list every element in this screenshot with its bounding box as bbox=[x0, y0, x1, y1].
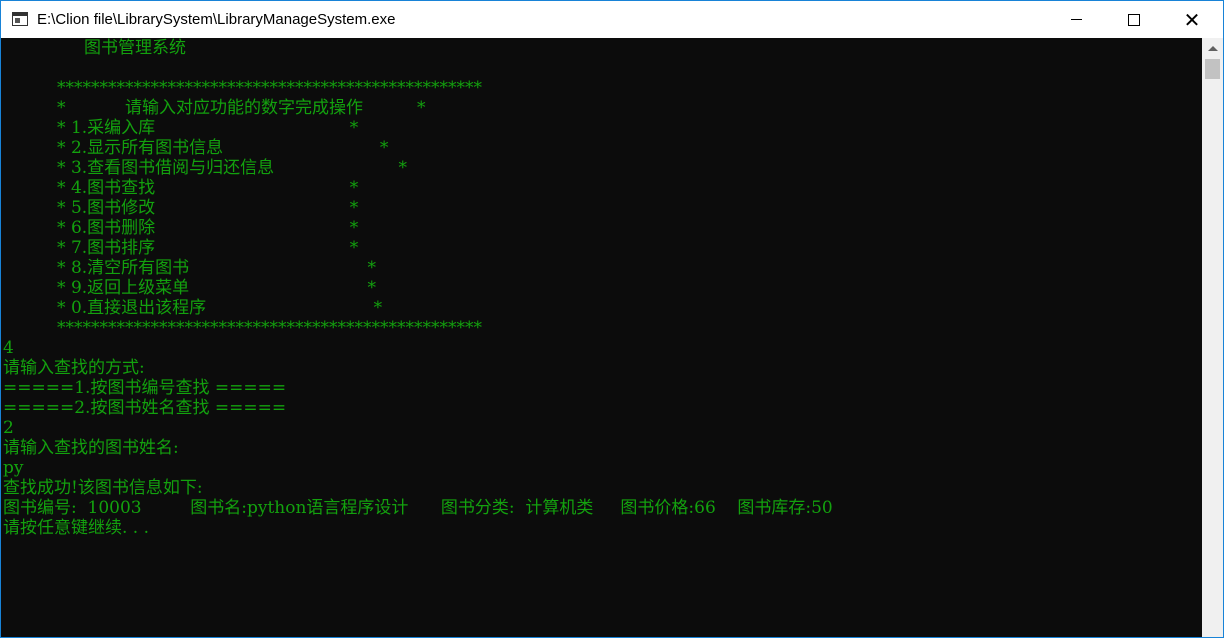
maximize-button[interactable] bbox=[1105, 1, 1163, 38]
console-line: =====1.按图书编号查找 ===== bbox=[3, 378, 287, 398]
console-line: =====2.按图书姓名查找 ===== bbox=[3, 398, 287, 418]
console-line: * 1.采编入库 * bbox=[3, 118, 359, 138]
console-line: * 9.返回上级菜单 * bbox=[3, 278, 376, 298]
vertical-scrollbar[interactable] bbox=[1202, 38, 1223, 637]
console-line: ****************************************… bbox=[3, 78, 483, 98]
console-line: 请输入查找的图书姓名: bbox=[3, 438, 179, 458]
console-line: * 2.显示所有图书信息 * bbox=[3, 138, 389, 158]
console-window: E:\Clion file\LibrarySystem\LibraryManag… bbox=[0, 0, 1224, 638]
console-line: * 6.图书删除 * bbox=[3, 218, 359, 238]
console-line: ****************************************… bbox=[3, 318, 483, 338]
scrollbar-thumb[interactable] bbox=[1205, 59, 1220, 79]
console-line: 查找成功!该图书信息如下: bbox=[3, 478, 203, 498]
console-line: * 4.图书查找 * bbox=[3, 178, 359, 198]
console-app-icon[interactable] bbox=[12, 12, 28, 26]
console-line: * 8.清空所有图书 * bbox=[3, 258, 376, 278]
console-line: * 3.查看图书借阅与归还信息 * bbox=[3, 158, 407, 178]
console-line: 图书编号: 10003 图书名:python语言程序设计 图书分类: 计算机类 … bbox=[3, 498, 833, 518]
console-line: * 5.图书修改 * bbox=[3, 198, 359, 218]
console-output[interactable]: 图书管理系统 *********************************… bbox=[1, 38, 1202, 637]
console-line: 4 bbox=[3, 338, 14, 358]
window-title: E:\Clion file\LibrarySystem\LibraryManag… bbox=[37, 11, 396, 28]
title-bar[interactable]: E:\Clion file\LibrarySystem\LibraryManag… bbox=[1, 1, 1223, 38]
console-line: 请输入查找的方式: bbox=[3, 358, 145, 378]
scroll-up-button[interactable] bbox=[1202, 38, 1223, 58]
console-line: 图书管理系统 bbox=[3, 38, 187, 58]
console-line: * 请输入对应功能的数字完成操作 * bbox=[3, 98, 426, 118]
console-line: 2 bbox=[3, 418, 14, 438]
console-line: 请按任意键继续. . . bbox=[3, 518, 150, 538]
minimize-icon bbox=[1070, 19, 1082, 20]
minimize-button[interactable] bbox=[1047, 1, 1105, 38]
console-line: * 7.图书排序 * bbox=[3, 238, 359, 258]
console-line: * 0.直接退出该程序 * bbox=[3, 298, 383, 318]
close-button[interactable]: ✕ bbox=[1163, 1, 1221, 38]
maximize-icon bbox=[1128, 13, 1140, 26]
close-icon: ✕ bbox=[1183, 7, 1201, 32]
scroll-up-arrow-icon bbox=[1207, 45, 1218, 51]
console-line: py bbox=[3, 458, 24, 478]
